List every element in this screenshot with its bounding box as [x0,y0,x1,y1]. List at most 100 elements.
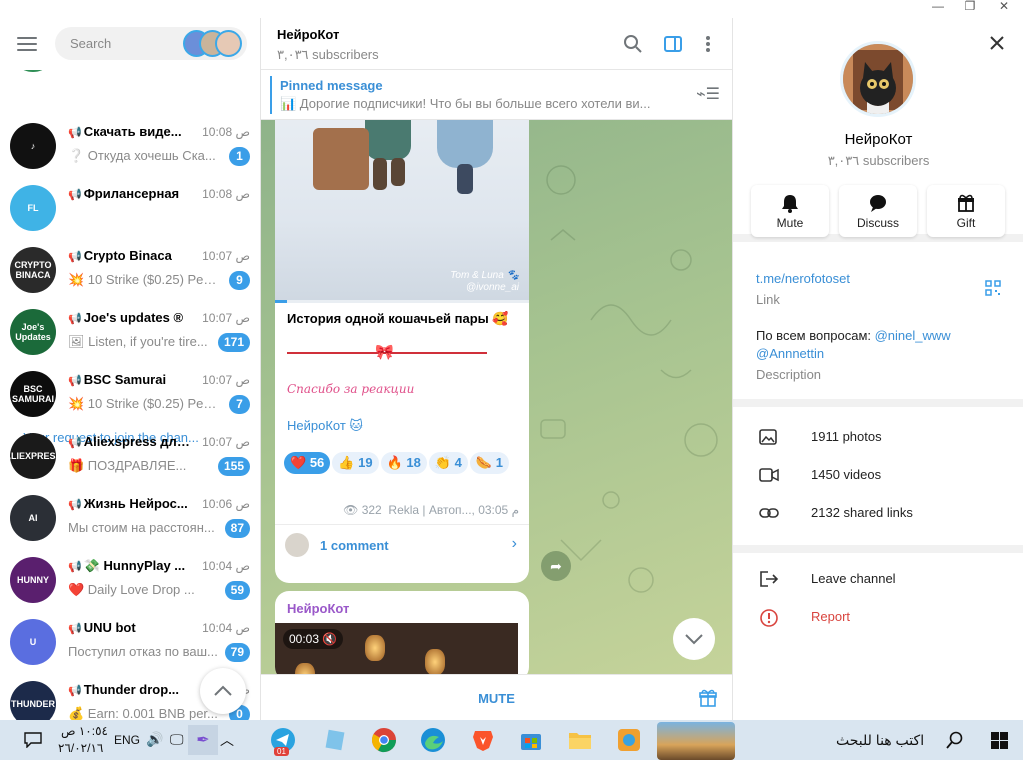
close-window-button[interactable]: ✕ [988,0,1020,14]
search-icon[interactable] [623,34,643,54]
channel-link[interactable]: t.me/nerofotoset [756,271,850,286]
maximize-button[interactable]: ❐ [954,0,986,14]
chat-header[interactable]: НейроКот ٣,٠٣٦ subscribers [261,18,732,70]
comments-row[interactable]: 1 comment › [275,524,529,564]
chat-list-item[interactable]: BSC SAMURAI 📢 BSC Samurai 10:07 ص 💥 10 Strik… [0,363,260,425]
gift-button[interactable]: Gift [927,185,1005,237]
chat-avatar: FL [10,185,56,231]
telegram-icon[interactable]: 01 [268,725,298,756]
description-mention-2[interactable]: @Annnettin [756,346,824,361]
chat-time: 10:04 ص [202,621,250,635]
chat-list-item[interactable]: AI 📢 Жизнь Нейрос... 10:06 ص Мы стоим на рас… [0,487,260,549]
warning-icon [760,609,778,627]
notifications-icon[interactable] [24,732,42,748]
videos-row[interactable]: 1450 videos [733,456,1023,494]
pen-icon[interactable]: ✒ [188,725,218,755]
chat-preview: 🖼 Listen, if you're tire... [68,334,208,349]
language-indicator[interactable]: ENG [114,733,140,747]
discuss-button[interactable]: Discuss [839,185,917,237]
scroll-down-button[interactable] [673,618,715,660]
stories-avatars[interactable] [183,30,243,57]
chat-time: 10:08 ص [202,187,250,201]
channel-chat: НейроКот ٣,٠٣٦ subscribers Pinned messag… [261,18,732,720]
volume-icon[interactable]: 🔊 [146,731,163,748]
network-icon[interactable]: 🖵 [170,731,184,748]
post-signature[interactable]: НейроКот 🐱 [287,418,363,434]
search-highlight-image[interactable] [657,722,735,760]
post-author: НейроКот [287,601,350,616]
gift-label: Gift [956,216,976,230]
chat-list-item[interactable]: U 📢 UNU bot 10:04 ص Поступил отказ по ваш...… [0,611,260,673]
chat-list-item[interactable]: HUNNY 📢 💸 HunnyPlay ... 10:04 ص ❤️ Daily Lov… [0,549,260,611]
photos-row[interactable]: 1911 photos [733,418,1023,456]
notepad-icon[interactable] [320,725,350,755]
reaction-chip[interactable]: 👍 19 [332,452,379,474]
mute-action-button[interactable]: Mute [751,185,829,237]
chat-time: 10:04 ص [202,559,250,573]
ribbon-divider: 🎀 [287,344,487,361]
channel-title[interactable]: НейроКот [277,27,339,42]
file-explorer-icon[interactable] [565,725,595,755]
edge-icon[interactable] [418,725,448,755]
chat-list-item[interactable]: FL 📢 Фрилансерная 10:08 ص Your request to jo… [0,177,260,445]
reaction-chip[interactable]: 👏 4 [428,452,468,474]
leave-channel-row[interactable]: Leave channel [733,560,1023,598]
post-video[interactable]: 00:03 🔇 [275,623,518,681]
post-title: История одной кошачьей пары 🥰 [287,311,509,326]
game-app-icon[interactable] [614,725,644,755]
reaction-count: 56 [309,455,325,470]
unread-badge: 87 [224,519,250,538]
message-bubble[interactable]: Tom & Luna 🐾 @ivonne_ai История одной ко… [275,98,529,583]
report-row[interactable]: Report [733,598,1023,636]
video-duration: 00:03 🔇 [283,629,344,649]
reaction-chip[interactable]: 🌭 1 [469,452,509,474]
clock-time[interactable]: ١٠:٥٤ ص [61,724,108,738]
chat-avatar: CRYPTO BINACA [10,247,56,293]
pinned-message-bar[interactable]: Pinned message 📊 Дорогие подписчики! Что… [261,70,732,120]
pin-list-icon[interactable]: ⌁☰ [696,84,720,104]
megaphone-icon: 📢 [68,375,82,387]
qr-code-icon[interactable] [985,280,1001,296]
post-image[interactable]: Tom & Luna 🐾 @ivonne_ai [275,98,529,300]
minimize-button[interactable]: — [922,0,954,14]
chat-preview: 💥 10 Strike ($0.25) Per ... [68,396,218,411]
reaction-chip[interactable]: 🔥 18 [380,452,427,474]
scroll-up-button[interactable] [200,668,246,714]
taskbar-search-icon[interactable] [946,731,964,749]
info-subscribers: ٣,٠٣٦ subscribers [827,153,930,168]
brave-icon[interactable] [468,725,498,755]
sidebar-header: Search [0,18,260,70]
clock-date[interactable]: ٢٦/٠٢/١٦ [58,741,103,755]
windows-start-icon[interactable] [991,732,1008,749]
links-row[interactable]: 2132 shared links [733,494,1023,532]
megaphone-icon: 📢 [68,623,82,635]
taskbar-search-text[interactable]: اكتب هنا للبحث [836,732,924,749]
link-label: Link [756,292,780,307]
share-icon[interactable]: ➦ [541,551,571,581]
chat-bubble-icon [870,195,886,212]
chat-time: 10:07 ص [202,435,250,449]
menu-icon[interactable] [17,37,37,51]
chrome-icon[interactable] [369,725,399,755]
gift-icon[interactable] [698,688,718,708]
store-icon[interactable] [516,725,546,755]
message-bubble[interactable]: НейроКот 00:03 🔇 [275,591,529,681]
chat-list-item[interactable]: ALIEXPRESS 📢Aliexspress для... 10:07 ص 🎁 ПО… [0,425,260,487]
search-input[interactable]: Search [55,27,247,60]
more-icon[interactable] [698,34,718,54]
reaction-chip[interactable]: ❤️ 56 [284,452,331,474]
megaphone-icon: 📢 [68,313,82,325]
description-label: Description [756,367,822,382]
chat-list-item[interactable]: Joe's Updates 📢 Joe's updates ® 10:07 ص 🖼 Li… [0,301,260,363]
chat-time: 10:07 ص [202,373,250,387]
chat-list-item[interactable]: CRYPTO BINACA 📢 Crypto Binaca 10:07 ص 💥 10 S… [0,239,260,301]
reaction-emoji: 🔥 [386,455,403,470]
tray-chevron-up-icon[interactable]: ︿ [220,730,234,750]
channel-avatar[interactable] [840,41,916,117]
leave-icon [760,571,779,587]
mute-button[interactable]: MUTE [261,691,732,706]
description-mention-1[interactable]: @ninel_www [875,328,951,343]
sidebar-toggle-icon[interactable] [663,34,683,54]
chat-list-item[interactable]: ♪ 📢 Скачать виде... 10:08 ص ❔ Откуда хочешь … [0,115,260,177]
close-icon[interactable] [988,34,1006,52]
